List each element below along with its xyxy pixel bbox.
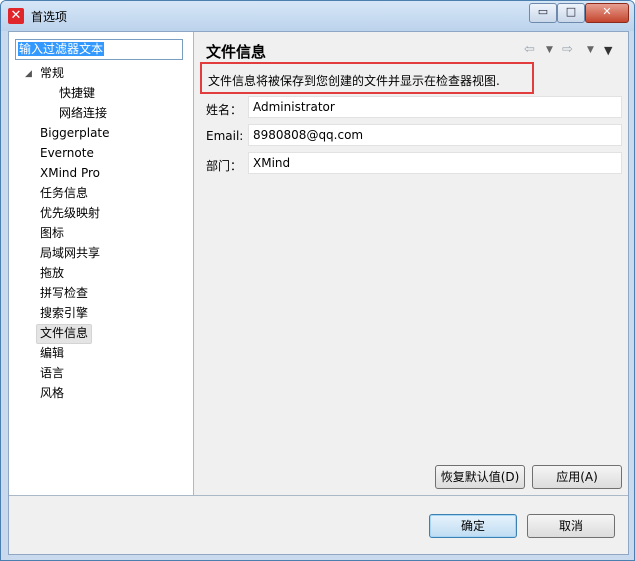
view-menu-icon[interactable]: ▼ bbox=[604, 44, 612, 57]
xmind-logo-icon: ✕ bbox=[8, 8, 24, 24]
preference-page-panel: 文件信息 ⇦ ▼ ⇨ ▼ ▼ 文件信息将被保存到您创建的文件并显示在检查器视图.… bbox=[194, 32, 628, 496]
cancel-button[interactable]: 取消 bbox=[527, 514, 615, 538]
tree-item-edit[interactable]: 编辑 bbox=[40, 344, 64, 362]
tree-item-general[interactable]: 常规 bbox=[40, 64, 64, 82]
tree-item-language[interactable]: 语言 bbox=[40, 364, 64, 382]
forward-dropdown-icon[interactable]: ▼ bbox=[587, 45, 594, 55]
preferences-window: ✕ 首选项 ▭ □ ✕ 输入过滤器文本 ◢ 常规 快捷键 网络连接 Bigger… bbox=[0, 0, 635, 561]
filter-input[interactable]: 输入过滤器文本 bbox=[15, 39, 183, 60]
tree-item-priority-map[interactable]: 优先级映射 bbox=[40, 204, 100, 222]
department-field[interactable]: XMind bbox=[248, 152, 622, 174]
close-button[interactable]: ✕ bbox=[585, 3, 629, 23]
tree-item-network[interactable]: 网络连接 bbox=[59, 104, 107, 122]
page-description: 文件信息将被保存到您创建的文件并显示在检查器视图. bbox=[208, 74, 500, 88]
name-field[interactable]: Administrator bbox=[248, 96, 622, 118]
ok-button[interactable]: 确定 bbox=[429, 514, 517, 538]
department-label: 部门： bbox=[206, 159, 243, 173]
dialog-client-area: 输入过滤器文本 ◢ 常规 快捷键 网络连接 Biggerplate Everno… bbox=[8, 31, 629, 555]
description-highlight: 文件信息将被保存到您创建的文件并显示在检查器视图. bbox=[200, 62, 534, 94]
name-label: 姓名： bbox=[206, 103, 243, 117]
expand-arrow-icon[interactable]: ◢ bbox=[25, 69, 32, 79]
tree-item-xmind-pro[interactable]: XMind Pro bbox=[40, 164, 100, 182]
title-bar[interactable]: ✕ 首选项 ▭ □ ✕ bbox=[1, 1, 634, 31]
page-title: 文件信息 bbox=[206, 43, 267, 61]
tree-item-lan-share[interactable]: 局域网共享 bbox=[40, 244, 100, 262]
tree-item-search-engine[interactable]: 搜索引擎 bbox=[40, 304, 88, 322]
window-title: 首选项 bbox=[31, 10, 68, 24]
apply-button[interactable]: 应用(A) bbox=[532, 465, 622, 489]
tree-item-drag-drop[interactable]: 拖放 bbox=[40, 264, 64, 282]
email-label: Email: bbox=[206, 129, 244, 143]
tree-item-spell-check[interactable]: 拼写检查 bbox=[40, 284, 88, 302]
tree-item-icons[interactable]: 图标 bbox=[40, 224, 64, 242]
tree-item-biggerplate[interactable]: Biggerplate bbox=[40, 124, 110, 142]
tree-item-file-info[interactable]: 文件信息 bbox=[36, 324, 93, 344]
restore-defaults-button[interactable]: 恢复默认值(D) bbox=[435, 465, 525, 489]
email-field[interactable]: 8980808@qq.com bbox=[248, 124, 622, 146]
tree-item-shortcuts[interactable]: 快捷键 bbox=[59, 84, 95, 102]
maximize-button[interactable]: □ bbox=[557, 3, 585, 23]
forward-arrow-icon[interactable]: ⇨ bbox=[562, 42, 573, 57]
preferences-tree-panel: 输入过滤器文本 ◢ 常规 快捷键 网络连接 Biggerplate Everno… bbox=[9, 32, 194, 496]
back-arrow-icon[interactable]: ⇦ bbox=[524, 42, 535, 57]
tree-item-evernote[interactable]: Evernote bbox=[40, 144, 94, 162]
tree-item-style[interactable]: 风格 bbox=[40, 384, 64, 402]
filter-input-text: 输入过滤器文本 bbox=[18, 42, 105, 56]
minimize-button[interactable]: ▭ bbox=[529, 3, 557, 23]
back-dropdown-icon[interactable]: ▼ bbox=[546, 45, 553, 55]
tree-item-task-info[interactable]: 任务信息 bbox=[40, 184, 88, 202]
